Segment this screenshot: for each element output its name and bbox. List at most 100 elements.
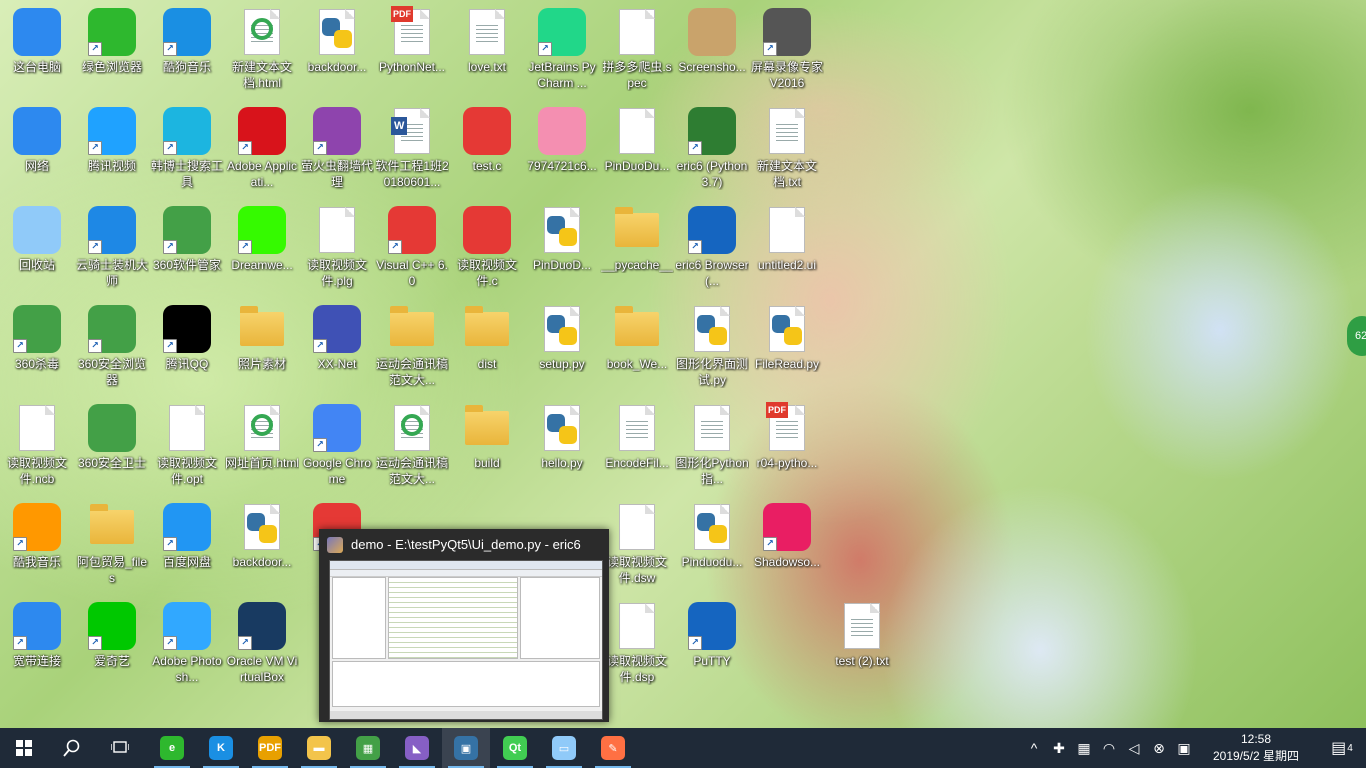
desktop-icon[interactable]: ↗ Google Chrome <box>300 400 374 498</box>
desktop-icon[interactable]: ↗ eric6 Browser (... <box>675 202 749 300</box>
desktop-icon[interactable]: ↗ 屏幕录像专家V2016 <box>750 4 824 102</box>
desktop-icon[interactable]: dist <box>450 301 524 399</box>
desktop-icon[interactable]: Pinduodu... <box>675 499 749 597</box>
desktop-icon[interactable]: backdoor... <box>225 499 299 597</box>
desktop-icon[interactable]: 这台电脑 <box>0 4 74 102</box>
side-badge[interactable]: 62 <box>1347 316 1366 356</box>
power-icon[interactable]: ▦ <box>1072 728 1096 768</box>
desktop-icon[interactable]: ↗ Dreamwe... <box>225 202 299 300</box>
desktop-icon[interactable]: ↗ PuTTY <box>675 598 749 696</box>
windows-start-icon[interactable] <box>0 728 48 768</box>
desktop-icon[interactable]: love.txt <box>450 4 524 102</box>
taskbar-app-kugou[interactable]: K <box>197 728 245 768</box>
desktop-icon[interactable]: ↗ 腾讯视频 <box>75 103 149 201</box>
desktop-icon[interactable]: PDF r04-pytho... <box>750 400 824 498</box>
desktop-icon[interactable]: ↗ eric6 (Python 3.7) <box>675 103 749 201</box>
desktop-icon[interactable]: hello.py <box>525 400 599 498</box>
pdf-icon: PDF <box>763 402 811 452</box>
desktop-icon[interactable]: 图形化Python指... <box>675 400 749 498</box>
desktop-icon[interactable]: 读取视频文件.c <box>450 202 524 300</box>
desktop-icon[interactable]: ↗ Oracle VM VirtualBox <box>225 598 299 696</box>
desktop-icon[interactable]: ↗ 360杀毒 <box>0 301 74 399</box>
desktop-icon[interactable]: 读取视频文件.dsw <box>600 499 674 597</box>
desktop-icon[interactable]: 图形化界面测试.py <box>675 301 749 399</box>
taskbar-app-notepad[interactable]: ▭ <box>540 728 588 768</box>
desktop-icon[interactable]: untitled2.ui <box>750 202 824 300</box>
security-tray-icon[interactable]: ✚ <box>1047 728 1071 768</box>
desktop-icon[interactable]: test.c <box>450 103 524 201</box>
notepad-icon: ▭ <box>552 736 576 760</box>
desktop-icon[interactable]: FileRead.py <box>750 301 824 399</box>
desktop-icon[interactable]: 读取视频文件.ncb <box>0 400 74 498</box>
antivirus-icon: ↗ <box>13 305 61 353</box>
desktop-icon[interactable]: 网络 <box>0 103 74 201</box>
desktop-icon[interactable]: 运动会通讯稿范文大... <box>375 301 449 399</box>
desktop-icon[interactable]: PDF PythonNet... <box>375 4 449 102</box>
desktop-icon[interactable]: test (2).txt <box>825 598 899 696</box>
taskbar-app-pdf-reader[interactable]: PDF <box>246 728 294 768</box>
taskbar-app-green-browser[interactable]: e <box>148 728 196 768</box>
taskbar-app-eric6[interactable]: ▣ <box>442 728 490 768</box>
desktop-icon[interactable]: ↗ 360软件管家 <box>150 202 224 300</box>
desktop-icon[interactable]: ↗ 宽带连接 <box>0 598 74 696</box>
desktop-icon[interactable]: ↗ 韩博士搜索工具 <box>150 103 224 201</box>
user-tray-icon[interactable]: ▣ <box>1172 728 1196 768</box>
desktop-icon[interactable]: 读取视频文件.opt <box>150 400 224 498</box>
task-view-icon[interactable] <box>96 728 144 768</box>
desktop-icon[interactable]: ↗ 360安全浏览器 <box>75 301 149 399</box>
desktop-icon[interactable]: 新建文本文档.html <box>225 4 299 102</box>
desktop-icon[interactable]: EncodeFil... <box>600 400 674 498</box>
close-tray-icon[interactable]: ⊗ <box>1147 728 1171 768</box>
desktop-icon[interactable]: ↗ Adobe Applicati... <box>225 103 299 201</box>
desktop-icon[interactable]: ↗ 酷我音乐 <box>0 499 74 597</box>
taskbar-app-paint[interactable]: ✎ <box>589 728 637 768</box>
desktop-icon[interactable]: PinDuoDu... <box>600 103 674 201</box>
desktop-icon[interactable]: PinDuoD... <box>525 202 599 300</box>
desktop-icon[interactable]: setup.py <box>525 301 599 399</box>
desktop-icon[interactable]: Screensho... <box>675 4 749 102</box>
wifi-icon[interactable]: ◠ <box>1097 728 1121 768</box>
show-hidden-icons-icon[interactable]: ^ <box>1022 728 1046 768</box>
desktop-icon[interactable]: book_We... <box>600 301 674 399</box>
desktop-icon[interactable]: 360安全卫士 <box>75 400 149 498</box>
desktop-icon[interactable]: ↗ JetBrains PyCharm ... <box>525 4 599 102</box>
desktop-icon[interactable]: ↗ XX-Net <box>300 301 374 399</box>
desktop-icon[interactable]: 照片素材 <box>225 301 299 399</box>
desktop-icon[interactable]: ↗ 百度网盘 <box>150 499 224 597</box>
desktop-icon[interactable]: 阿包贸易_files <box>75 499 149 597</box>
desktop-icon[interactable]: 拼多多爬虫.spec <box>600 4 674 102</box>
desktop-icon[interactable]: build <box>450 400 524 498</box>
taskbar-app-software-manager[interactable]: ▦ <box>344 728 392 768</box>
desktop-icon[interactable]: ↗ 萤火虫翻墙代理 <box>300 103 374 201</box>
desktop-icon-label: 360安全浏览器 <box>77 357 147 387</box>
desktop-icon[interactable]: ↗ 腾讯QQ <box>150 301 224 399</box>
baidu-netdisk-icon: ↗ <box>163 503 211 551</box>
desktop-icon[interactable]: ↗ Visual C++ 6.0 <box>375 202 449 300</box>
desktop-icon[interactable]: backdoor... <box>300 4 374 102</box>
desktop-icon[interactable]: ↗ 云骑士装机大师 <box>75 202 149 300</box>
desktop-icon[interactable]: 读取视频文件.plg <box>300 202 374 300</box>
desktop-icon[interactable]: __pycache__ <box>600 202 674 300</box>
desktop-icon-label: book_We... <box>606 357 668 371</box>
desktop-icon[interactable]: 网址首页.html <box>225 400 299 498</box>
desktop-icon[interactable]: 读取视频文件.dsp <box>600 598 674 696</box>
preview-window-thumbnail[interactable] <box>329 560 603 720</box>
taskbar-app-visual-studio[interactable]: ◣ <box>393 728 441 768</box>
volume-icon[interactable]: ◁ <box>1122 728 1146 768</box>
taskbar-thumbnail-preview[interactable]: demo - E:\testPyQt5\Ui_demo.py - eric6 <box>319 529 609 722</box>
taskbar-app-file-explorer[interactable]: ▬ <box>295 728 343 768</box>
clock[interactable]: 12:58 2019/5/2 星期四 <box>1200 731 1312 765</box>
desktop-icon[interactable]: 回收站 <box>0 202 74 300</box>
desktop-icon[interactable]: W 软件工程1班20180601... <box>375 103 449 201</box>
desktop-icon[interactable]: 运动会通讯稿范文大... <box>375 400 449 498</box>
desktop-icon[interactable]: ↗ 爱奇艺 <box>75 598 149 696</box>
notification-center-icon[interactable]: ▤ 4 <box>1318 728 1366 768</box>
desktop-icon[interactable]: 新建文本文档.txt <box>750 103 824 201</box>
desktop-icon[interactable]: ↗ 绿色浏览器 <box>75 4 149 102</box>
desktop-icon[interactable]: 7974721c6... <box>525 103 599 201</box>
taskbar-app-qt-designer[interactable]: Qt <box>491 728 539 768</box>
desktop-icon[interactable]: ↗ Adobe Photosh... <box>150 598 224 696</box>
desktop-icon[interactable]: ↗ 酷狗音乐 <box>150 4 224 102</box>
search-icon[interactable] <box>48 728 96 768</box>
desktop-icon[interactable]: ↗ Shadowso... <box>750 499 824 597</box>
